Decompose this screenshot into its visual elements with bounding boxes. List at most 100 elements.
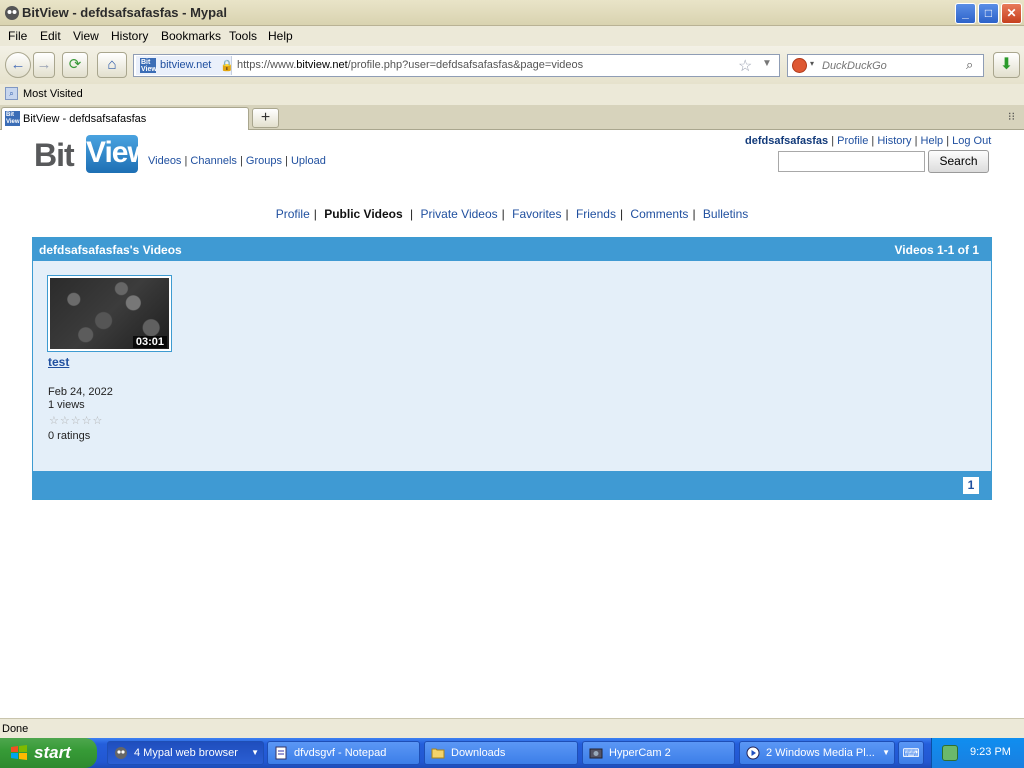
logo-view-text: View	[86, 135, 151, 173]
tab-title: BitView - defdsafsafasfas	[23, 113, 147, 125]
windows-flag-icon	[11, 745, 27, 760]
chevron-down-icon: ▼	[882, 748, 890, 757]
close-button[interactable]: ✕	[1001, 3, 1022, 24]
tab-strip: Bit View BitView - defdsafsafasfas + ⁝⁝	[0, 105, 1024, 131]
back-button[interactable]: ←	[5, 52, 31, 78]
taskbar-mypal-label: 4 Mypal web browser	[134, 747, 238, 759]
taskbar-notepad-label: dfvdsgvf - Notepad	[294, 747, 387, 759]
tray-app-icon[interactable]	[942, 745, 958, 761]
site-search-input[interactable]	[778, 151, 925, 172]
tab-profile[interactable]: Profile	[276, 207, 310, 221]
video-title-link[interactable]: test	[48, 355, 69, 369]
menu-tools[interactable]: Tools	[229, 29, 257, 43]
taskbar-media-player-label: 2 Windows Media Pl...	[766, 747, 875, 759]
taskbar: start 4 Mypal web browser ▼ dfvdsgvf - N…	[0, 738, 1024, 768]
taskbar-downloads[interactable]: Downloads	[424, 741, 578, 765]
menu-view[interactable]: View	[73, 29, 99, 43]
bookmark-most-visited[interactable]: Most Visited	[23, 88, 83, 100]
user-profile-link[interactable]: Profile	[837, 135, 868, 147]
browser-search-bar: ▾ ⌕	[787, 54, 984, 77]
url-domain: bitview.net	[296, 59, 348, 71]
url-dropdown-icon[interactable]: ▼	[762, 58, 772, 69]
nav-channels[interactable]: Channels	[190, 155, 236, 167]
profile-tabs: Profile | Public Videos | Private Videos |…	[275, 207, 749, 221]
lock-icon: 🔒	[220, 60, 234, 72]
new-tab-button[interactable]: +	[252, 108, 279, 128]
user-links: defdsafsafasfas | Profile | History | He…	[745, 135, 992, 147]
clock[interactable]: 9:23 PM	[970, 746, 1011, 758]
url-text[interactable]: https://www.bitview.net/profile.php?user…	[237, 59, 583, 71]
hypercam-icon	[589, 748, 603, 759]
videos-panel-title: defdsafsafasfas's Videos	[39, 243, 182, 257]
videos-panel-footer: 1	[33, 471, 991, 499]
taskbar-media-player[interactable]: 2 Windows Media Pl... ▼	[739, 741, 895, 765]
title-bar: BitView - defdsafsafasfas - Mypal _ □ ✕	[0, 0, 1024, 26]
nav-upload[interactable]: Upload	[291, 155, 326, 167]
tab-favorites[interactable]: Favorites	[512, 207, 561, 221]
tab-comments[interactable]: Comments	[630, 207, 688, 221]
mypal-app-icon	[5, 6, 19, 20]
video-views: 1 views	[48, 399, 85, 411]
window-title: BitView - defdsafsafasfas - Mypal	[22, 5, 227, 20]
downloads-button[interactable]: ⬇	[993, 52, 1020, 78]
home-button[interactable]: ⌂	[97, 52, 127, 78]
tab-bulletins[interactable]: Bulletins	[703, 207, 748, 221]
video-date: Feb 24, 2022	[48, 386, 113, 398]
tab-public-videos[interactable]: Public Videos	[324, 207, 402, 221]
video-thumbnail-image: 03:01	[50, 278, 169, 349]
video-ratings: 0 ratings	[48, 430, 91, 442]
taskbar-notepad[interactable]: dfvdsgvf - Notepad	[267, 741, 420, 765]
status-text: Done	[2, 723, 29, 735]
menu-file[interactable]: File	[8, 29, 27, 43]
most-visited-icon: ⌕	[5, 87, 18, 100]
tab-friends[interactable]: Friends	[576, 207, 616, 221]
folder-icon	[431, 748, 445, 759]
logout-link[interactable]: Log Out	[952, 135, 991, 147]
site-search-button[interactable]: Search	[928, 150, 989, 173]
menu-bookmarks[interactable]: Bookmarks	[161, 29, 221, 43]
tab-bitview[interactable]: Bit View BitView - defdsafsafasfas	[1, 107, 249, 131]
url-bar[interactable]: Bit View bitview.net 🔒 https://www.bitvie…	[133, 54, 780, 77]
forward-button[interactable]: →	[33, 52, 55, 78]
videos-panel-header: defdsafsafasfas's Videos Videos 1-1 of 1	[33, 238, 991, 261]
menu-edit[interactable]: Edit	[40, 29, 61, 43]
taskbar-downloads-label: Downloads	[451, 747, 506, 759]
tab-favicon-icon: Bit View	[5, 111, 20, 126]
mypal-icon	[115, 747, 127, 759]
chevron-down-icon: ▼	[251, 748, 259, 757]
taskbar-mypal[interactable]: 4 Mypal web browser ▼	[107, 741, 264, 765]
taskbar-hypercam[interactable]: HyperCam 2	[582, 741, 735, 765]
menu-history[interactable]: History	[111, 29, 148, 43]
nav-videos[interactable]: Videos	[148, 155, 181, 167]
media-player-icon	[746, 746, 760, 760]
user-history-link[interactable]: History	[877, 135, 911, 147]
maximize-button[interactable]: □	[978, 3, 999, 24]
menu-help[interactable]: Help	[268, 29, 293, 43]
user-help-link[interactable]: Help	[921, 135, 944, 147]
video-duration: 03:01	[132, 336, 167, 348]
username-link[interactable]: defdsafsafasfas	[745, 135, 828, 147]
bookmarks-toolbar: ⌕ Most Visited	[0, 84, 1024, 105]
minimize-button[interactable]: _	[955, 3, 976, 24]
tab-list-icon[interactable]: ⁝⁝	[1008, 110, 1015, 123]
start-button[interactable]: start	[0, 738, 97, 768]
reload-button[interactable]: ⟳	[62, 52, 88, 78]
system-tray: 9:23 PM	[931, 738, 1024, 768]
browser-search-input[interactable]	[822, 57, 962, 74]
nav-groups[interactable]: Groups	[246, 155, 282, 167]
status-bar: Done	[0, 718, 1024, 738]
site-identity-name: bitview.net	[160, 59, 212, 71]
logo-bit-text: Bit	[34, 137, 75, 173]
keyboard-icon[interactable]: ⌨	[898, 741, 924, 765]
engine-dropdown-icon[interactable]: ▾	[810, 59, 814, 68]
site-identity-badge[interactable]: Bit View bitview.net 🔒	[136, 56, 234, 75]
duckduckgo-icon[interactable]	[792, 58, 807, 73]
url-path: /profile.php?user=defdsafsafasfas&page=v…	[347, 59, 584, 71]
tab-private-videos[interactable]: Private Videos	[420, 207, 497, 221]
search-icon[interactable]: ⌕	[966, 57, 973, 73]
pagination-page-1[interactable]: 1	[963, 477, 979, 494]
site-favicon-icon: Bit View	[140, 58, 157, 73]
bookmark-star-icon[interactable]: ☆	[738, 56, 752, 76]
notepad-icon	[275, 746, 287, 760]
video-thumbnail[interactable]: 03:01	[47, 275, 172, 352]
